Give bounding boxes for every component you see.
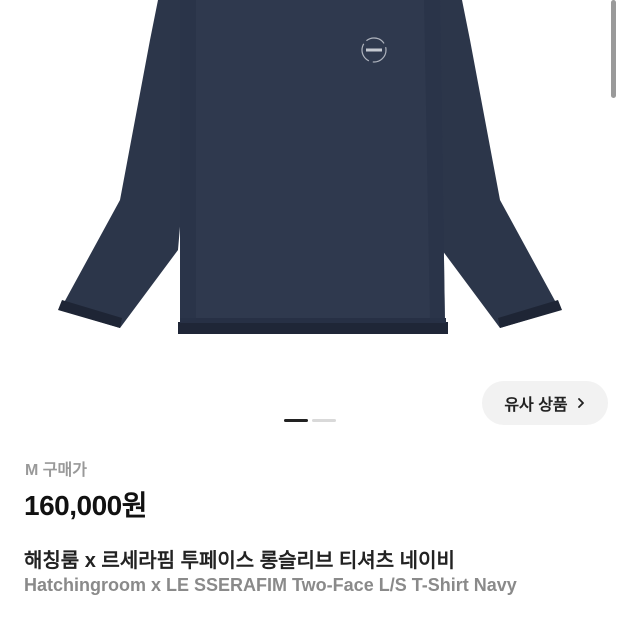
size-price-label: M 구매가 (25, 462, 87, 479)
product-title-korean: 해칭룸 x 르세라핌 투페이스 롱슬리브 티셔츠 네이비 (24, 550, 455, 572)
chevron-right-icon (577, 398, 584, 408)
carousel-dot-active[interactable] (284, 419, 308, 422)
product-image[interactable] (0, 0, 620, 370)
similar-products-label: 유사 상품 (504, 397, 568, 414)
carousel-indicator (284, 419, 336, 422)
page-scrollbar[interactable] (611, 0, 616, 98)
carousel-dot[interactable] (312, 419, 336, 422)
product-price: 160,000원 (24, 490, 147, 521)
product-title-english: Hatchingroom x LE SSERAFIM Two-Face L/S … (24, 575, 517, 595)
shirt-illustration (58, 0, 562, 334)
similar-products-button[interactable]: 유사 상품 (482, 381, 608, 425)
